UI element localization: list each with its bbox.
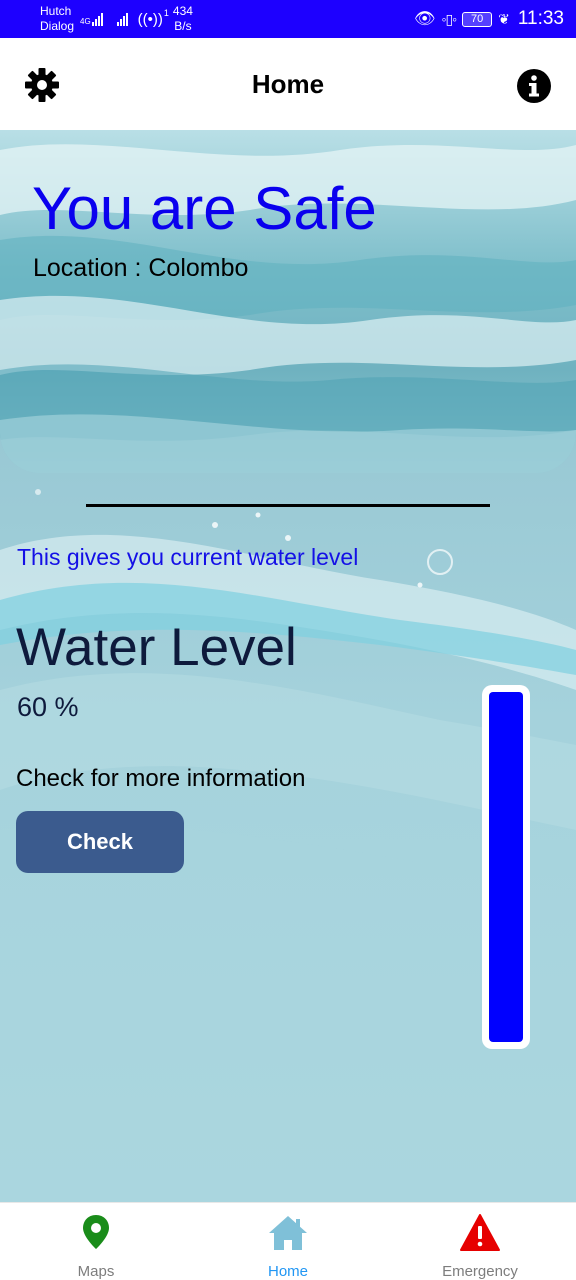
battery-level: 70 xyxy=(471,12,484,25)
app-bar: Home xyxy=(0,38,576,130)
bottom-navigation: Maps Home Emergency xyxy=(0,1202,576,1280)
signal-bars-icon xyxy=(91,12,103,26)
divider xyxy=(86,504,490,507)
location-label: Location : Colombo xyxy=(33,254,249,282)
status-right: 👁 ◦▯◦ 70 ❦ 11:33 xyxy=(414,8,564,30)
nav-label-home: Home xyxy=(267,1263,308,1280)
gear-icon xyxy=(25,68,59,102)
network-speed: 434 B/s xyxy=(173,4,193,34)
info-button[interactable] xyxy=(516,68,552,104)
safety-status: You are Safe xyxy=(32,175,377,242)
status-bar: Hutch Dialog 4G ((•)) 1 434 B/s 👁 ◦▯◦ 70… xyxy=(0,0,576,38)
carrier-2: Dialog xyxy=(40,19,75,33)
nav-label-maps: Maps xyxy=(77,1263,115,1280)
nav-item-home[interactable]: Home xyxy=(192,1203,384,1280)
gauge-track xyxy=(489,692,523,1042)
signal-2 xyxy=(116,12,138,26)
nav-label-emergency: Emergency xyxy=(442,1263,518,1280)
speed-unit: B/s xyxy=(174,19,192,33)
check-button[interactable]: Check xyxy=(16,811,184,873)
speed-value: 434 xyxy=(172,4,193,18)
carrier-1: Hutch xyxy=(40,4,72,18)
warning-icon xyxy=(460,1214,500,1251)
battery-icon: 70 xyxy=(462,11,493,27)
carrier-names: Hutch Dialog xyxy=(40,4,76,34)
water-level-heading: Water Level xyxy=(16,618,297,677)
status-card: You are Safe Location : Colombo xyxy=(0,130,576,473)
signal-bars-icon xyxy=(116,12,128,26)
leaf-icon: ❦ xyxy=(498,10,510,27)
check-prompt: Check for more information xyxy=(16,765,306,792)
signal-1: 4G xyxy=(80,12,113,26)
gauge-fill xyxy=(489,692,523,1042)
network-tag: 4G xyxy=(80,17,91,26)
settings-button[interactable] xyxy=(24,67,60,103)
hotspot-count: 1 xyxy=(163,8,169,18)
clock: 11:33 xyxy=(517,8,564,29)
nav-item-maps[interactable]: Maps xyxy=(0,1203,192,1280)
eye-icon: 👁 xyxy=(413,9,436,28)
page-title: Home xyxy=(251,68,325,99)
map-pin-icon xyxy=(83,1215,109,1249)
water-level-gauge xyxy=(482,685,530,1049)
water-level-description: This gives you current water level xyxy=(17,544,359,570)
vibrate-icon: ◦▯◦ xyxy=(441,10,457,27)
info-icon xyxy=(517,69,551,103)
nav-item-emergency[interactable]: Emergency xyxy=(384,1203,576,1280)
home-icon xyxy=(269,1216,307,1250)
hotspot-icon: ((•)) xyxy=(137,10,163,28)
water-level-value: 60 % xyxy=(17,692,79,722)
